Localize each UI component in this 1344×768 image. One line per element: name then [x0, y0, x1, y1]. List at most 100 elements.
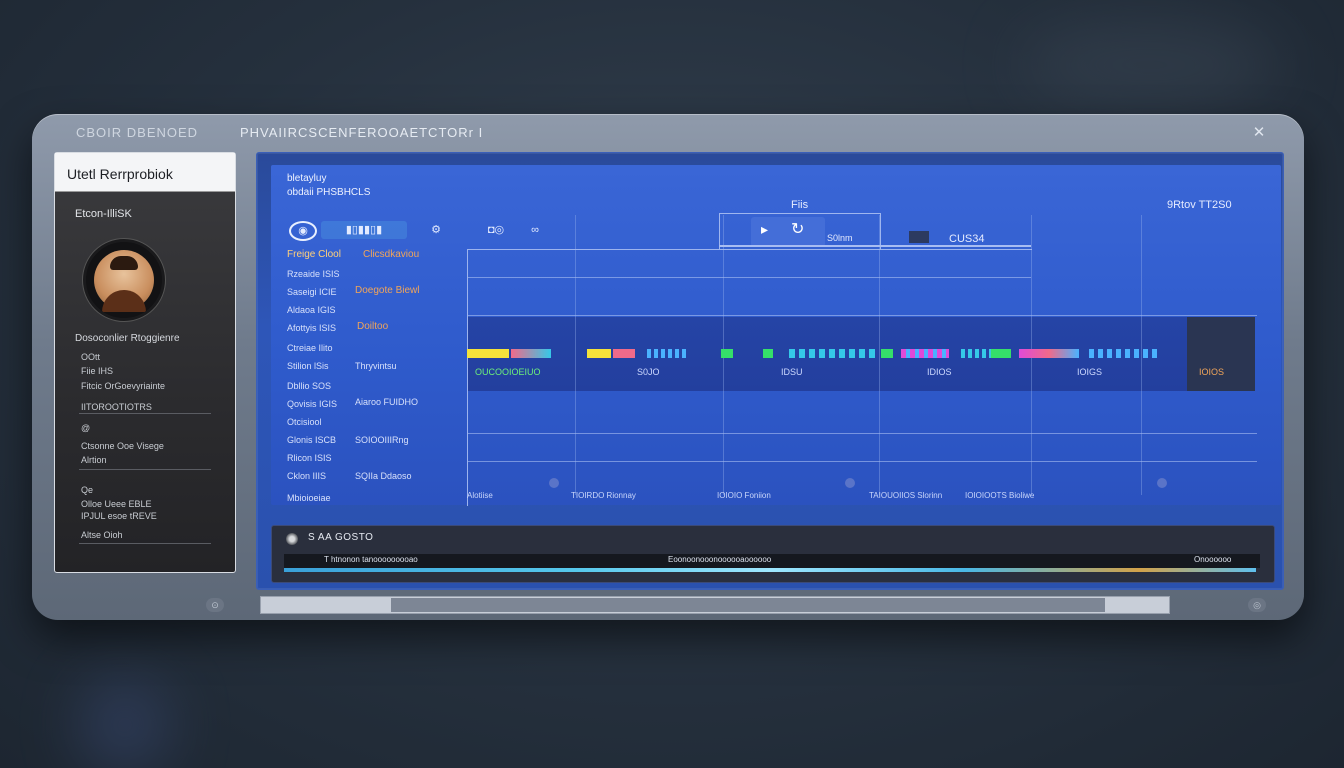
list-item[interactable]: Aldaoa IGIS [287, 305, 336, 315]
marker-dot[interactable] [549, 478, 559, 488]
profile-row: Alrtion [81, 455, 107, 465]
list-item-value: Doiltoo [357, 321, 389, 332]
list-item[interactable]: Qovisis IGIS [287, 399, 337, 409]
settings-icon[interactable]: ⚙ [423, 221, 449, 239]
profile-row: Dosoconlier Rtoggienre [75, 333, 180, 344]
band-label: IOIOS [1199, 367, 1225, 377]
media-icon[interactable]: ◘◎ [475, 221, 517, 239]
timeline-track[interactable] [284, 568, 1256, 572]
timeline-label: Onoooooo [1194, 555, 1232, 564]
mid-label: Fiis [791, 199, 809, 211]
mid-label: S0lnm [827, 233, 853, 243]
app-window: CBOIR DBENOED PHVAIIRCSCENFEROOAETCTORr … [32, 114, 1304, 620]
data-strip [991, 349, 1011, 358]
profile-row: Fitcic OrGoevyriainte [81, 381, 166, 391]
list-item[interactable]: Stilion lSis [287, 361, 329, 371]
profile-row: IPJUL esoe tREVE [81, 511, 157, 521]
timeline-panel: S AA GOSTO T htnonon tanooooooooao Eoono… [271, 525, 1275, 583]
profile-row: Altse Oioh [81, 530, 123, 540]
band-label: OUCOOIOEIUO [475, 367, 541, 377]
data-strip [587, 349, 611, 358]
list-item[interactable]: Ctreiae Ilito [287, 343, 333, 353]
corner-icon-right[interactable]: ◎ [1248, 598, 1266, 612]
window-title: PHVAIIRCSCENFEROOAETCTORr I [240, 125, 484, 140]
profile-panel: Utetl Rerrprobiok Etcon-IlliSK Dosoconli… [54, 152, 236, 573]
data-strip [511, 349, 551, 358]
band-label: IDIOS [927, 367, 952, 377]
profile-row: @ [81, 423, 91, 433]
divider [79, 543, 211, 544]
list-item[interactable]: Dbllio SOS [287, 381, 331, 391]
data-strip [881, 349, 893, 358]
data-strip [789, 349, 879, 358]
record-icon[interactable] [286, 533, 298, 545]
marker-dot[interactable] [845, 478, 855, 488]
data-strip [647, 349, 687, 358]
profile-name: Etcon-IlliSK [75, 208, 132, 220]
list-item-value: SOIOOIIIRng [355, 435, 409, 445]
divider [79, 469, 211, 470]
profile-row: IITOROOTIOTRS [81, 402, 152, 412]
data-strip [1089, 349, 1159, 358]
profile-row: OOtt [81, 352, 101, 362]
play-icon: ▸ [761, 221, 769, 237]
axis-label: IOIOIO Foniion [717, 491, 771, 500]
corner-icon-left[interactable]: ⊙ [206, 598, 224, 612]
timeline-title: S AA GOSTO [308, 532, 374, 543]
list-item[interactable]: Mbioioeiae [287, 493, 331, 503]
background-glow [1020, 20, 1280, 110]
profile-row: Olloe Ueee EBLE [81, 499, 152, 509]
grid-line [575, 215, 576, 495]
list-item[interactable]: Afottyis ISIS [287, 323, 336, 333]
timeline-bar: T htnonon tanooooooooao Eoonoonooonooooo… [284, 554, 1260, 568]
divider [79, 413, 211, 414]
grid-frame [467, 249, 1032, 506]
background-glow [80, 680, 170, 768]
data-strip [721, 349, 733, 358]
mid-label: CUS34 [949, 233, 985, 245]
list-item-value: Aiaroo FUIDHO [355, 397, 419, 407]
window-left-title: CBOIR DBENOED [76, 125, 199, 140]
scrollbar-thumb[interactable] [391, 598, 1105, 612]
list-item[interactable]: Glonis ISCB [287, 435, 336, 445]
profile-row: Fiie IHS [81, 366, 114, 376]
top-right-label: 9Rtov TT2S0 [1167, 199, 1232, 211]
timeline-label: T htnonon tanooooooooao [324, 555, 418, 564]
axis-label: Alotiise [467, 491, 493, 500]
profile-header: Utetl Rerrprobiok [55, 153, 235, 192]
data-strip [467, 349, 509, 358]
list-item-value: SQIIa Ddaoso [355, 471, 412, 481]
plot-area: bletayluy obdaii PHSBHCLS ◉ ▮▯▮▮▯▮ ⚙ ◘◎ … [271, 165, 1281, 506]
band-label: IDSU [781, 367, 803, 377]
avatar[interactable] [83, 239, 165, 321]
list-item[interactable]: Rzeaide ISIS [287, 269, 340, 279]
close-icon[interactable]: ✕ [1250, 124, 1268, 142]
grid-line [879, 215, 880, 495]
top-left-label: bletayluy [287, 173, 327, 184]
axis-label: IOIOIOOTS Bioliwe [965, 491, 1035, 500]
marker-dot[interactable] [1157, 478, 1167, 488]
data-strip [763, 349, 773, 358]
folder-icon[interactable] [909, 231, 929, 243]
data-band-end [1187, 317, 1255, 391]
top-left-sublabel: obdaii PHSBHCLS [287, 187, 371, 198]
list-item-value: Thryvintsu [355, 361, 397, 371]
data-strip [1019, 349, 1079, 358]
list-item[interactable]: Otcisiool [287, 417, 322, 427]
axis-label: TIOIRDO Rionnay [571, 491, 636, 500]
tab-indicator [719, 245, 1031, 247]
horizontal-scrollbar[interactable] [260, 596, 1170, 614]
play-button[interactable]: ▸ ↻ [751, 217, 825, 247]
data-strip [961, 349, 991, 358]
axis-label: TAIOUOIIOS Slorinn [869, 491, 943, 500]
list-item[interactable]: Saseigi ICIE [287, 287, 337, 297]
cloud-icon[interactable]: ◉ [289, 221, 317, 241]
waveform-icon[interactable]: ▮▯▮▮▯▮ [321, 221, 407, 239]
list-item[interactable]: Freige Clool [287, 249, 341, 260]
profile-row: Ctsonne Ooe Visege [81, 441, 164, 451]
list-item-value: Doegote Biewl [355, 285, 420, 296]
refresh-icon: ↻ [791, 221, 805, 238]
list-item[interactable]: Cklon IIIS [287, 471, 326, 481]
link-icon[interactable]: ∞ [523, 221, 547, 239]
list-item[interactable]: Rlicon ISIS [287, 453, 332, 463]
